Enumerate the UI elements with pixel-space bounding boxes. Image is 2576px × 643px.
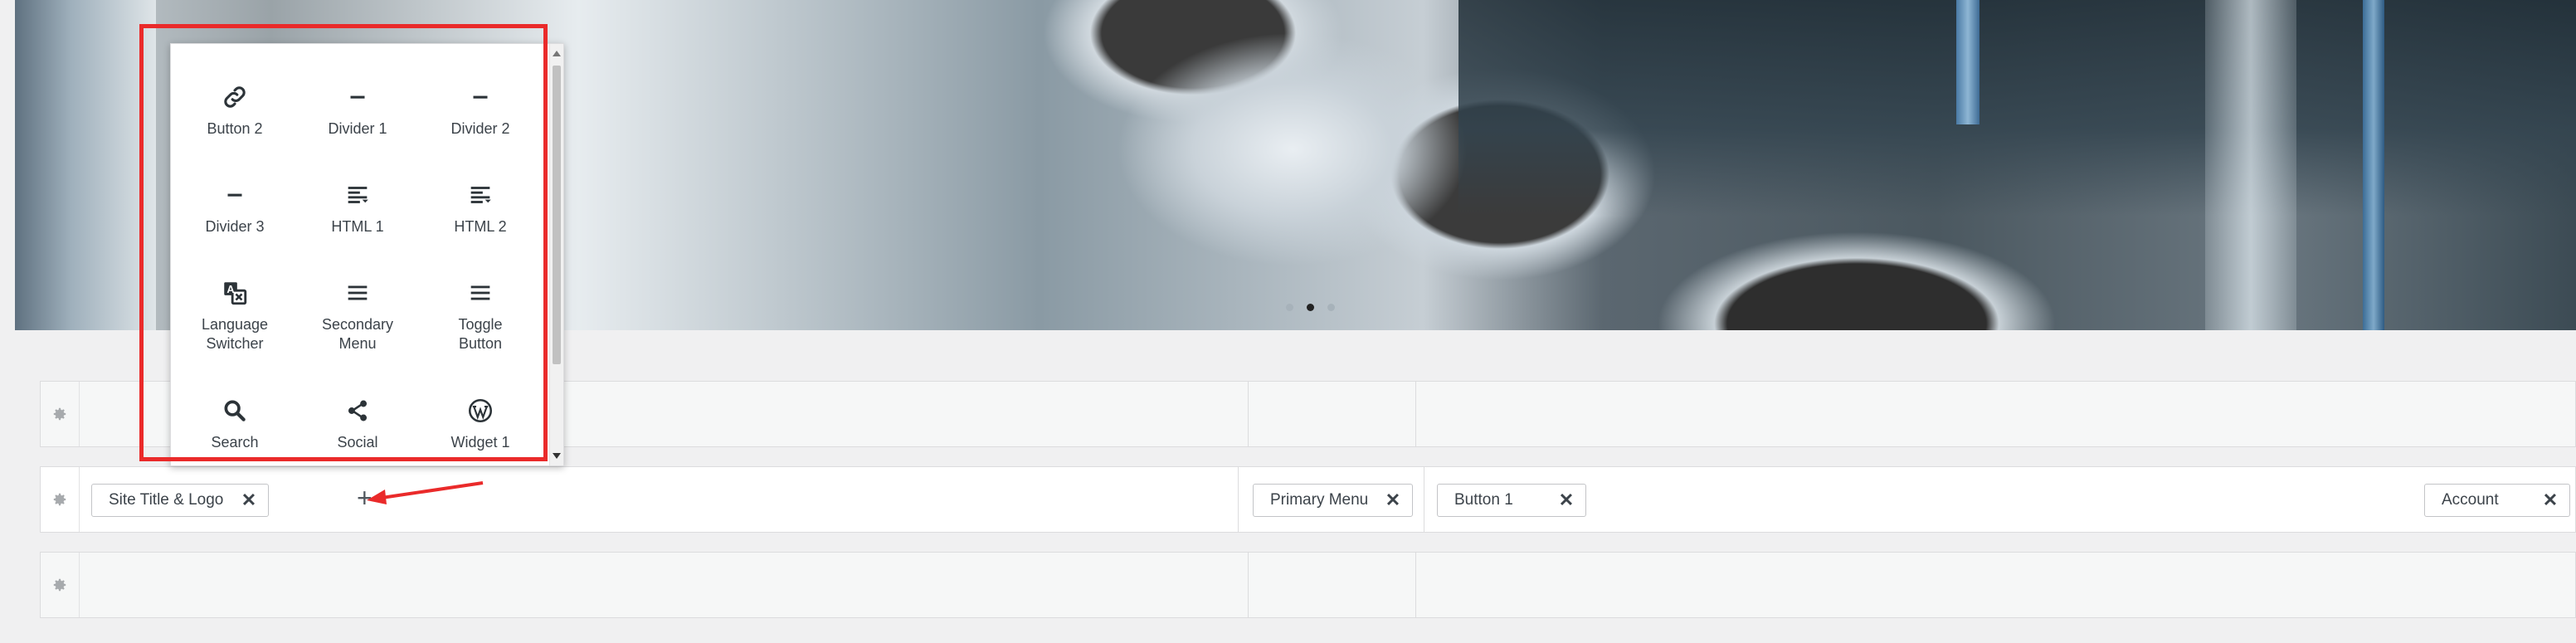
popup-item-toggle-button[interactable]: Toggle Button [418, 279, 543, 353]
builder-row-bottom [40, 552, 2576, 618]
search-icon [224, 400, 246, 421]
chip-label: Site Title & Logo [109, 491, 224, 509]
chip-site-title-logo[interactable]: Site Title & Logo ✕ [91, 484, 269, 517]
divider-icon [350, 95, 365, 99]
gear-icon [53, 578, 66, 592]
popup-item-social[interactable]: Social [295, 397, 420, 452]
popup-item-button-2[interactable]: Button 2 [173, 83, 297, 139]
menu-icon [348, 285, 368, 300]
popup-item-label: Toggle Button [458, 316, 503, 352]
chip-button-1[interactable]: Button 1 ✕ [1437, 484, 1586, 517]
builder-row-main: Site Title & Logo ✕ Primary Menu ✕ Butto… [40, 466, 2576, 533]
popup-item-divider-3[interactable]: Divider 3 [173, 181, 297, 236]
divider-icon [473, 95, 488, 99]
scrollbar-thumb[interactable] [553, 66, 561, 364]
chip-label: Primary Menu [1270, 491, 1369, 509]
popup-item-label: HTML 1 [331, 218, 384, 235]
popup-item-label: Secondary Menu [321, 316, 394, 352]
remove-icon[interactable]: ✕ [1382, 490, 1404, 511]
html-icon [470, 187, 491, 203]
popup-item-secondary-menu[interactable]: Secondary Menu [295, 279, 420, 353]
popup-item-widget-1[interactable]: Widget 1 [418, 397, 543, 452]
svg-text:A: A [226, 283, 234, 295]
popup-item-language-switcher[interactable]: A Language Switcher [173, 279, 297, 353]
add-item-popup: Button 2 Divider 1 Divider 2 Divider 3 H… [170, 43, 564, 466]
remove-icon[interactable]: ✕ [2539, 490, 2561, 511]
popup-item-label: HTML 2 [454, 218, 507, 235]
popup-item-label: Button 2 [207, 120, 263, 137]
html-icon [348, 187, 368, 203]
hero-image-pipe [1956, 0, 1979, 124]
popup-item-label: Divider 1 [328, 120, 387, 137]
share-icon [348, 400, 368, 421]
popup-item-label: Divider 3 [205, 218, 265, 235]
scroll-down-icon[interactable] [553, 453, 561, 459]
popup-item-label: Divider 2 [450, 120, 510, 137]
popup-scrollbar[interactable] [549, 44, 563, 465]
slider-dot-1[interactable] [1286, 304, 1293, 311]
popup-item-label: Search [211, 434, 259, 451]
menu-icon [470, 285, 490, 300]
gear-icon [53, 407, 66, 421]
row-settings-button[interactable] [41, 382, 80, 446]
wordpress-icon [468, 398, 493, 423]
popup-item-search[interactable]: Search [173, 397, 297, 452]
row-zone-divider [1248, 382, 1249, 446]
hero-image-machine [1458, 0, 2576, 216]
add-item-button[interactable]: + [357, 485, 373, 511]
popup-item-divider-1[interactable]: Divider 1 [295, 83, 420, 139]
gear-icon [53, 493, 66, 506]
slider-dot-3[interactable] [1327, 304, 1335, 311]
translate-icon: A [224, 282, 247, 305]
row-zone-divider [1415, 382, 1416, 446]
row-zone-divider [1238, 467, 1239, 532]
scroll-up-icon[interactable] [553, 51, 561, 56]
slider-dots [1286, 304, 1335, 311]
divider-icon [227, 193, 242, 197]
remove-icon[interactable]: ✕ [238, 490, 260, 511]
slider-dot-2[interactable] [1307, 304, 1314, 311]
hero-image-left [15, 0, 156, 330]
row-zone-divider [1415, 553, 1416, 617]
remove-icon[interactable]: ✕ [1556, 490, 1577, 511]
row-settings-button[interactable] [41, 467, 80, 532]
hero-image-tube [2205, 0, 2296, 330]
hero-image-pipe-2 [2363, 0, 2384, 330]
popup-item-label: Social [337, 434, 378, 451]
customizer-header-builder: Site Title & Logo ✕ Primary Menu ✕ Butto… [0, 0, 2576, 643]
row-settings-button[interactable] [41, 553, 80, 617]
popup-item-label: Language Switcher [201, 316, 269, 352]
chip-account[interactable]: Account ✕ [2424, 484, 2570, 517]
chip-label: Button 1 [1454, 491, 1513, 509]
popup-item-html-1[interactable]: HTML 1 [295, 181, 420, 236]
chip-primary-menu[interactable]: Primary Menu ✕ [1253, 484, 1413, 517]
link-icon [224, 86, 246, 108]
popup-item-html-2[interactable]: HTML 2 [418, 181, 543, 236]
chip-label: Account [2442, 491, 2499, 509]
row-zone-divider [1248, 553, 1249, 617]
popup-item-divider-2[interactable]: Divider 2 [418, 83, 543, 139]
popup-item-label: Widget 1 [450, 434, 510, 451]
